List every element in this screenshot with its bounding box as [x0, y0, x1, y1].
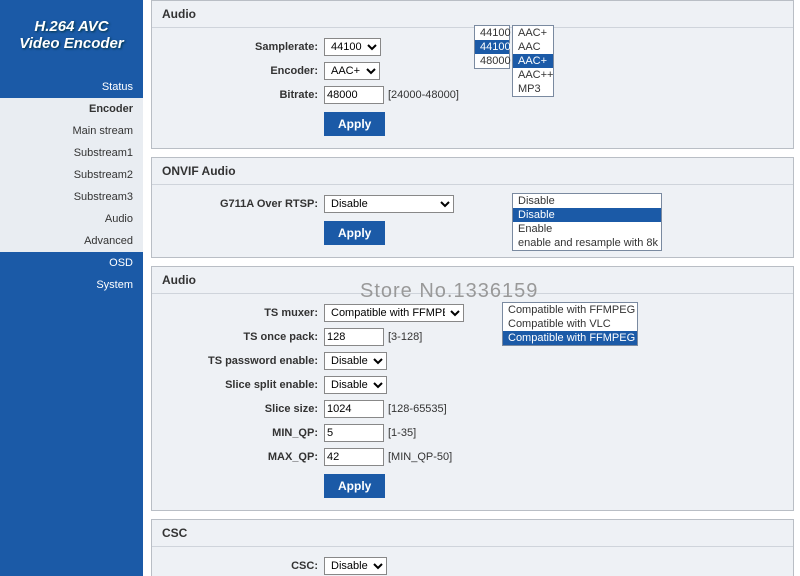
- bitrate-label: Bitrate:: [164, 89, 324, 101]
- g711a-select[interactable]: Disable: [324, 195, 454, 213]
- tspwd-select[interactable]: Disable: [324, 352, 387, 370]
- tsmux-open-list[interactable]: Compatible with FFMPEG Compatible with V…: [502, 302, 638, 346]
- apply-button[interactable]: Apply: [324, 474, 385, 498]
- section-onvif-title: ONVIF Audio: [152, 158, 793, 185]
- logo-line2: Video Encoder: [8, 35, 135, 52]
- tsmux-opt[interactable]: Compatible with FFMPEG: [503, 303, 637, 317]
- encoder-opt[interactable]: MP3: [513, 82, 553, 96]
- tsmux-opt[interactable]: Compatible with VLC: [503, 317, 637, 331]
- samplerate-opt[interactable]: 44100: [475, 26, 509, 40]
- nav-osd[interactable]: OSD: [0, 252, 143, 274]
- slice-enable-select[interactable]: Disable: [324, 376, 387, 394]
- nav-status[interactable]: Status: [0, 76, 143, 98]
- encoder-open-list[interactable]: AAC+ AAC AAC+ AAC++ MP3: [512, 25, 554, 97]
- maxqp-input[interactable]: [324, 448, 384, 466]
- encoder-opt[interactable]: AAC++: [513, 68, 553, 82]
- csc-select[interactable]: Disable: [324, 557, 387, 575]
- encoder-opt[interactable]: AAC+: [513, 26, 553, 40]
- nav-substream2[interactable]: Substream2: [0, 164, 143, 186]
- g711a-open-list[interactable]: Disable Disable Enable enable and resamp…: [512, 193, 662, 251]
- maxqp-note: [MIN_QP-50]: [388, 451, 452, 463]
- tsmux-label: TS muxer:: [164, 307, 324, 319]
- g711a-label: G711A Over RTSP:: [164, 198, 324, 210]
- section-audio-title: Audio: [152, 1, 793, 28]
- minqp-input[interactable]: [324, 424, 384, 442]
- logo-line1: H.264 AVC: [8, 18, 135, 35]
- main-content: Store No.1336159 Audio Samplerate: 44100…: [143, 0, 800, 576]
- g711a-opt[interactable]: enable and resample with 8k: [513, 236, 661, 250]
- minqp-label: MIN_QP:: [164, 427, 324, 439]
- samplerate-open-list[interactable]: 44100 44100 48000: [474, 25, 510, 69]
- section-adv-title: Audio: [152, 267, 793, 294]
- g711a-opt-selected[interactable]: Disable: [513, 208, 661, 222]
- csc-label: CSC:: [164, 560, 324, 572]
- nav-substream3[interactable]: Substream3: [0, 186, 143, 208]
- section-adv: Audio TS muxer: Compatible with FFMPEG C…: [151, 266, 794, 511]
- tsmux-select[interactable]: Compatible with FFMPEG: [324, 304, 464, 322]
- logo: H.264 AVC Video Encoder: [0, 0, 143, 70]
- apply-button[interactable]: Apply: [324, 112, 385, 136]
- slice-size-label: Slice size:: [164, 403, 324, 415]
- samplerate-label: Samplerate:: [164, 41, 324, 53]
- slice-enable-label: Slice split enable:: [164, 379, 324, 391]
- tsonce-input[interactable]: [324, 328, 384, 346]
- samplerate-opt[interactable]: 48000: [475, 54, 509, 68]
- slice-size-input[interactable]: [324, 400, 384, 418]
- tsmux-opt-selected[interactable]: Compatible with FFMPEG: [503, 331, 637, 345]
- sidebar: H.264 AVC Video Encoder Status Encoder M…: [0, 0, 143, 576]
- bitrate-input[interactable]: [324, 86, 384, 104]
- nav-system[interactable]: System: [0, 274, 143, 296]
- section-audio: Audio Samplerate: 44100 44100 44100 4800…: [151, 0, 794, 149]
- g711a-opt[interactable]: Disable: [513, 194, 661, 208]
- nav-encoder[interactable]: Encoder: [0, 98, 143, 120]
- slice-size-note: [128-65535]: [388, 403, 447, 415]
- bitrate-note: [24000-48000]: [388, 89, 459, 101]
- maxqp-label: MAX_QP:: [164, 451, 324, 463]
- encoder-label: Encoder:: [164, 65, 324, 77]
- section-onvif: ONVIF Audio G711A Over RTSP: Disable Dis…: [151, 157, 794, 258]
- g711a-opt[interactable]: Enable: [513, 222, 661, 236]
- encoder-opt[interactable]: AAC: [513, 40, 553, 54]
- tsonce-note: [3-128]: [388, 331, 422, 343]
- nav-mainstream[interactable]: Main stream: [0, 120, 143, 142]
- section-csc-title: CSC: [152, 520, 793, 547]
- encoder-opt-selected[interactable]: AAC+: [513, 54, 553, 68]
- samplerate-select[interactable]: 44100: [324, 38, 381, 56]
- minqp-note: [1-35]: [388, 427, 416, 439]
- section-csc: CSC CSC: Disable Contrast: [0-255],Defau…: [151, 519, 794, 576]
- nav-advanced[interactable]: Advanced: [0, 230, 143, 252]
- samplerate-opt-selected[interactable]: 44100: [475, 40, 509, 54]
- nav-substream1[interactable]: Substream1: [0, 142, 143, 164]
- apply-button[interactable]: Apply: [324, 221, 385, 245]
- encoder-select[interactable]: AAC+: [324, 62, 380, 80]
- tsonce-label: TS once pack:: [164, 331, 324, 343]
- tspwd-label: TS password enable:: [164, 355, 324, 367]
- nav-audio[interactable]: Audio: [0, 208, 143, 230]
